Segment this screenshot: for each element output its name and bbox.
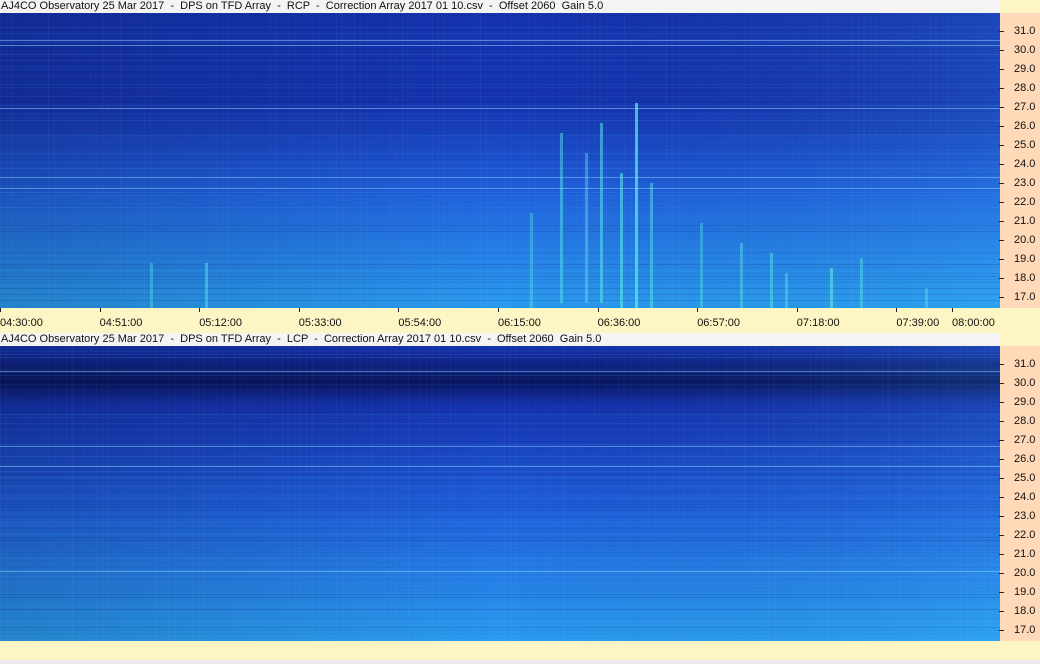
rcp-chart-title: AJ4CO Observatory 25 Mar 2017 - DPS on T… — [0, 0, 1000, 13]
rcp-spectrogram — [0, 13, 1000, 308]
burst-mark — [860, 258, 863, 308]
x-tick-label: 05:54:00 — [398, 308, 442, 329]
burst-mark — [650, 183, 653, 308]
burst-mark — [830, 268, 833, 308]
burst-mark — [635, 103, 638, 308]
x-tick-label: 04:30:00 — [0, 308, 43, 329]
burst-mark — [205, 263, 208, 308]
burst-mark — [785, 273, 788, 308]
x-tick-label: 05:33:00 — [298, 308, 342, 329]
status-strip — [0, 641, 1040, 664]
rcp-y-axis: 31.0 30.0 29.0 28.0 27.0 26.0 25.0 24.0 23.0 22.0… — [999, 13, 1040, 308]
burst-mark — [530, 213, 533, 308]
burst-mark — [740, 243, 743, 308]
burst-mark — [600, 123, 603, 303]
burst-mark — [560, 133, 563, 303]
burst-mark — [925, 288, 928, 308]
x-tick-label: 04:51:00 — [99, 308, 143, 329]
x-tick-label: 06:15:00 — [498, 308, 541, 329]
lcp-y-axis: 31.0 30.0 29.0 28.0 27.0 26.0 25.0 24.0 23.0 22.0… — [999, 346, 1040, 641]
x-tick-label: 08:00:00 — [952, 308, 995, 329]
x-tick-label: 07:18:00 — [796, 308, 840, 329]
burst-mark — [150, 263, 153, 308]
x-tick-label: 06:57:00 — [697, 308, 741, 329]
lcp-spectrogram — [0, 346, 1000, 641]
burst-mark — [585, 153, 588, 303]
burst-mark — [770, 253, 773, 308]
x-tick-label: 05:12:00 — [199, 308, 243, 329]
time-x-axis: 04:30:00 04:51:00 05:12:00 05:33:00 05:54:00… — [0, 308, 1040, 330]
x-tick-label: 07:39:00 — [896, 308, 940, 329]
burst-mark — [700, 223, 703, 308]
x-tick-label: 06:36:00 — [597, 308, 641, 329]
lcp-chart-title: AJ4CO Observatory 25 Mar 2017 - DPS on T… — [0, 333, 1000, 346]
burst-mark — [620, 173, 623, 308]
